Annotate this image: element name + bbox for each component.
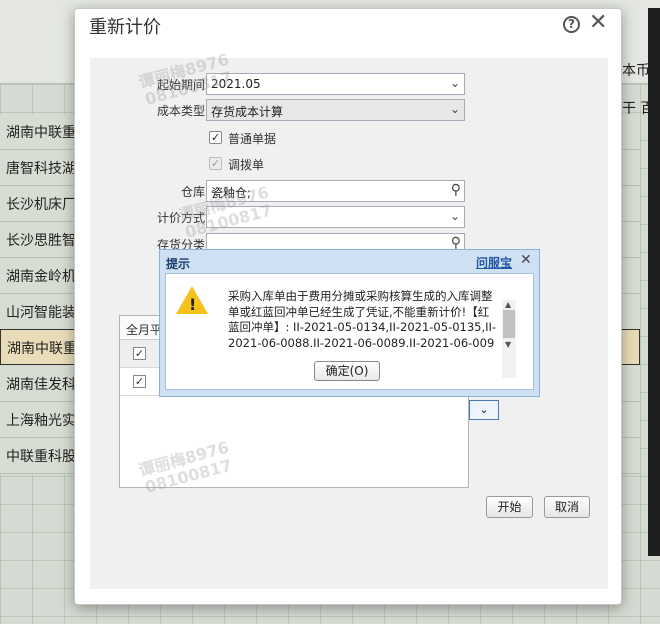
table-dropdown-button[interactable]: ⌄ [469,400,499,420]
warehouse-label: 仓库 [180,185,205,199]
scroll-up-icon[interactable]: ▲ [505,300,511,309]
dialog-title: 重新计价 [89,17,161,38]
cost-type-label: 成本类型 [156,104,205,118]
scroll-down-icon[interactable]: ▼ [505,340,511,349]
table-header-text: 全月平 [126,323,163,337]
start-period-label: 起始期间 [156,78,205,92]
help-icon[interactable]: ? [563,16,580,33]
help-service-link[interactable]: 问服宝 [476,254,512,271]
search-icon[interactable]: ⚲ [451,182,461,198]
cost-type-value: 存货成本计算 [211,105,284,119]
chevron-down-icon: ⌄ [449,209,460,223]
row-checkbox[interactable]: ✓ [133,347,146,360]
chevron-down-icon: ⌄ [449,102,460,116]
warehouse-input[interactable]: 瓷釉仓; ⚲ [206,180,465,202]
start-button[interactable]: 开始 [486,496,533,518]
alert-body: ! 采购入库单由于费用分摊或采购核算生成的入库调整单或红蓝回冲单已经生成了凭证,… [165,273,534,390]
close-icon[interactable]: ✕ [520,252,532,268]
cancel-button[interactable]: 取消 [544,496,590,518]
bg-right-scrollbar[interactable] [648,8,660,556]
chevron-down-icon: ⌄ [449,76,460,90]
normal-docs-checkbox[interactable]: ✓ [209,131,222,144]
ok-button[interactable]: 确定(O) [314,361,380,381]
warehouse-value: 瓷釉仓; [211,186,252,200]
scroll-thumb[interactable] [503,310,515,338]
normal-docs-label: 普通单据 [228,132,277,146]
valuation-method-select[interactable]: ⌄ [206,206,465,228]
alert-message: 采购入库单由于费用分摊或采购核算生成的入库调整单或红蓝回冲单已经生成了凭证,不能… [228,289,497,347]
warning-icon-mark: ! [189,295,197,314]
start-period-select[interactable]: 2021.05 ⌄ [206,73,465,95]
alert-dialog: 提示 问服宝 ✕ ! 采购入库单由于费用分摊或采购核算生成的入库调整单或红蓝回冲… [159,249,540,397]
valuation-method-label: 计价方式 [156,211,205,225]
start-period-value: 2021.05 [211,77,261,91]
row-checkbox[interactable]: ✓ [133,375,146,388]
cost-type-select[interactable]: 存货成本计算 ⌄ [206,99,465,121]
close-icon[interactable]: ✕ [589,10,607,36]
transfer-docs-label: 调拨单 [228,158,265,172]
alert-scrollbar[interactable]: ▲ ▼ [502,300,516,378]
alert-title: 提示 [166,257,191,271]
bg-column-header-currency: 本币 [622,63,650,79]
transfer-docs-checkbox[interactable]: ✓ [209,157,222,170]
